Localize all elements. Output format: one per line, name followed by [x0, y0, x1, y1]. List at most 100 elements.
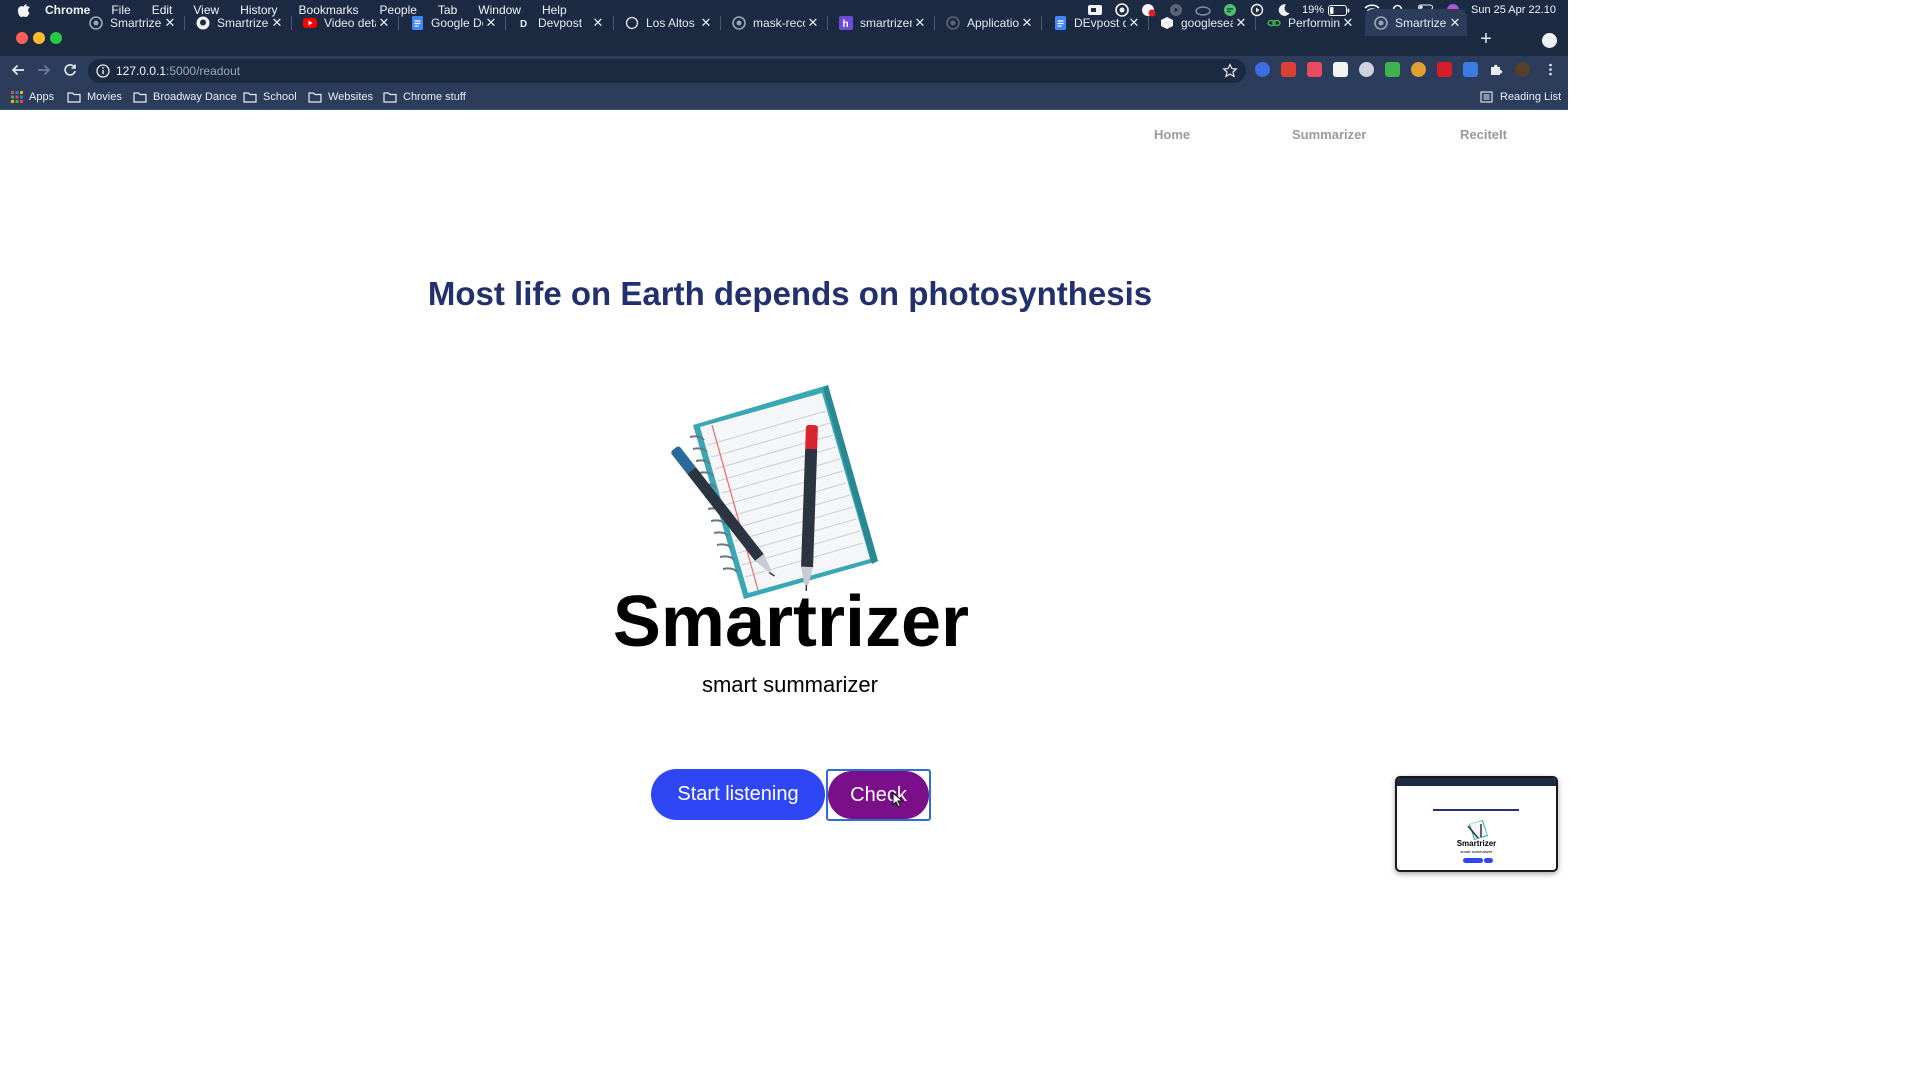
tab-close-icon[interactable]: ✕: [698, 15, 714, 31]
bookmark-folder-school[interactable]: School: [243, 89, 297, 105]
clock[interactable]: Sun 25 Apr 22.10: [1471, 4, 1556, 16]
browser-tab[interactable]: googlesear✕: [1151, 9, 1253, 36]
browser-tab[interactable]: D Devpost ✕: [508, 9, 610, 36]
browser-tab[interactable]: Performing✕: [1258, 9, 1360, 36]
mendeley-extension-icon[interactable]: [1437, 62, 1452, 77]
nav-link-reciteit[interactable]: ReciteIt: [1460, 127, 1507, 142]
tab-title: smartrizer: [860, 15, 912, 30]
reload-icon: [64, 64, 76, 76]
cube-icon: [1160, 16, 1174, 30]
tab-close-icon[interactable]: ✕: [805, 15, 821, 31]
reload-button[interactable]: [62, 62, 78, 78]
circle-favicon: [625, 16, 639, 30]
tab-close-icon[interactable]: ✕: [912, 15, 928, 31]
site-info-icon[interactable]: [96, 64, 110, 78]
bookmarks-bar: Apps Movies Broadway Dance School Websit…: [0, 84, 1568, 110]
browser-tab[interactable]: Smartrizer -✕: [80, 9, 182, 36]
youtube-icon: [303, 16, 317, 30]
bookmark-folder-websites[interactable]: Websites: [308, 89, 373, 105]
screenshot-thumbnail[interactable]: Smartrizer smart summarizer: [1395, 776, 1558, 872]
bookmark-folder-broadway-dance[interactable]: Broadway Dance: [133, 89, 237, 105]
apple-icon[interactable]: [17, 3, 31, 17]
tab-close-icon[interactable]: ✕: [1447, 15, 1463, 31]
tab-title: Los Altos H: [646, 15, 698, 30]
back-button[interactable]: [10, 62, 26, 78]
tab-close-icon[interactable]: ✕: [590, 15, 606, 31]
tab-separator: [291, 16, 292, 30]
shield-extension-icon[interactable]: [1385, 62, 1400, 77]
check-button[interactable]: Check: [828, 771, 929, 819]
puzzle-red-extension-icon[interactable]: [1307, 62, 1322, 77]
tab-separator: [720, 16, 721, 30]
tab-separator: [1148, 16, 1149, 30]
tab-close-icon[interactable]: ✕: [483, 15, 499, 31]
tab-close-icon[interactable]: ✕: [376, 15, 392, 31]
notion-extension-icon[interactable]: [1333, 62, 1348, 77]
globe-icon: [946, 15, 960, 30]
smartrizer-favicon: [89, 15, 103, 30]
tab-search-icon[interactable]: [1542, 33, 1557, 48]
browser-tab[interactable]: Smartrizer ✕: [1365, 9, 1467, 36]
bookmark-label: School: [263, 91, 297, 103]
browser-tab[interactable]: h smartrizer ✕: [830, 9, 932, 36]
zoom-window-button[interactable]: [50, 32, 62, 44]
forward-button[interactable]: [36, 62, 52, 78]
browser-tab[interactable]: Video detail✕: [294, 9, 396, 36]
brand-title: Smartrizer: [612, 582, 970, 662]
thumbnail-brand: Smartrizer: [1456, 839, 1497, 848]
svg-text:D: D: [520, 19, 527, 30]
tab-title: googlesear: [1181, 15, 1233, 30]
url-text[interactable]: 127.0.0.1:5000/readout: [116, 64, 240, 78]
tab-close-icon[interactable]: ✕: [1340, 15, 1356, 31]
browser-tab[interactable]: Google Doc✕: [401, 9, 503, 36]
link-icon: [1267, 16, 1281, 30]
bookmark-apps[interactable]: Apps: [11, 89, 54, 105]
todoist-extension-icon[interactable]: [1281, 62, 1296, 77]
tab-title: mask-recog: [753, 15, 805, 30]
bookmark-label: Chrome stuff: [403, 91, 466, 103]
tab-close-icon[interactable]: ✕: [1019, 15, 1035, 31]
calendar-extension-icon[interactable]: [1463, 62, 1478, 77]
tab-title: Video detail: [324, 15, 376, 30]
tab-title: Smartrizer -: [110, 15, 162, 30]
new-tab-button[interactable]: +: [1477, 29, 1495, 49]
browser-tab[interactable]: DEvpost de✕: [1044, 9, 1146, 36]
close-window-button[interactable]: [16, 32, 28, 44]
notebook-pens-logo-icon: [671, 385, 878, 599]
start-listening-button[interactable]: Start listening: [651, 769, 825, 820]
apps-grid-icon: [11, 91, 23, 103]
devpost-icon: D: [517, 16, 531, 30]
thumbnail-browser-bar: [1397, 778, 1556, 786]
web-page: Home Summarizer ReciteIt Most life on Ea…: [0, 111, 1568, 882]
tab-separator: [1041, 16, 1042, 30]
tab-close-icon[interactable]: ✕: [269, 15, 285, 31]
brand-tagline: smart summarizer: [701, 672, 878, 697]
address-bar[interactable]: 127.0.0.1:5000/readout: [88, 59, 1246, 83]
browser-tab[interactable]: mask-recog✕: [723, 9, 825, 36]
nav-link-home[interactable]: Home: [1154, 127, 1190, 142]
profile-avatar[interactable]: [1515, 62, 1530, 77]
bookmark-folder-movies[interactable]: Movies: [67, 89, 122, 105]
puzzle-extensions-icon[interactable]: [1489, 62, 1504, 77]
tab-close-icon[interactable]: ✕: [1233, 15, 1249, 31]
more-menu-icon[interactable]: [1543, 62, 1558, 77]
browser-tab[interactable]: Application✕: [937, 9, 1039, 36]
bookmark-star-icon[interactable]: [1222, 63, 1238, 79]
smartrizer-favicon: [1374, 15, 1388, 30]
reading-list-button[interactable]: Reading List: [1480, 89, 1561, 105]
github-icon: [196, 16, 210, 30]
minimize-window-button[interactable]: [33, 32, 45, 44]
browser-tab[interactable]: Los Altos H✕: [616, 9, 718, 36]
bookmark-folder-chrome-stuff[interactable]: Chrome stuff: [383, 89, 466, 105]
tab-title: Google Doc: [431, 15, 483, 30]
color-wheel-extension-icon[interactable]: [1411, 62, 1426, 77]
tab-close-icon[interactable]: ✕: [162, 15, 178, 31]
nav-link-summarizer[interactable]: Summarizer: [1292, 127, 1366, 142]
browser-tab[interactable]: Smartrizer/✕: [187, 9, 289, 36]
tab-separator: [398, 16, 399, 30]
tab-close-icon[interactable]: ✕: [1126, 15, 1142, 31]
astronaut-extension-icon[interactable]: [1359, 62, 1374, 77]
thumbnail-check-button: [1484, 858, 1493, 863]
folder-icon: [383, 92, 397, 103]
checkmark-extension-icon[interactable]: [1255, 62, 1270, 77]
